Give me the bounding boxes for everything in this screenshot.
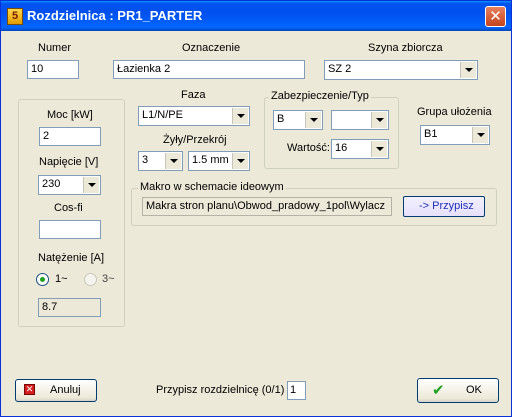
- window-title: Rozdzielnica : PR1_PARTER: [27, 8, 203, 23]
- wartosc-value: 16: [335, 142, 348, 154]
- przekroj-select[interactable]: 1.5 mm: [188, 151, 250, 171]
- grupa-select[interactable]: B1: [420, 125, 490, 145]
- zabezpieczenie-second-select[interactable]: [331, 110, 389, 130]
- chevron-down-icon[interactable]: [232, 108, 248, 124]
- przypisz-field[interactable]: 1: [287, 381, 306, 400]
- close-button[interactable]: ✕: [485, 6, 506, 27]
- grupa-label: Grupa ułożenia: [417, 106, 492, 118]
- grupa-value: B1: [424, 128, 438, 140]
- chevron-down-icon[interactable]: [460, 62, 476, 78]
- natezenie-label: Natężenie [A]: [38, 252, 105, 264]
- oznaczenie-field[interactable]: Łazienka 2: [113, 60, 305, 79]
- numer-field[interactable]: 10: [27, 60, 79, 79]
- szyna-label: Szyna zbiorcza: [368, 42, 443, 54]
- dialog-window: 5 Rozdzielnica : PR1_PARTER ✕ Numer 10 O…: [0, 0, 512, 417]
- napiecie-value: 230: [42, 178, 61, 190]
- faza-select[interactable]: L1/N/PE: [138, 106, 250, 126]
- chevron-down-icon[interactable]: [371, 141, 387, 157]
- zyly-label: Żyły/Przekrój: [163, 134, 227, 146]
- ok-button[interactable]: ✔ OK: [417, 378, 499, 403]
- zabezpieczenie-title: Zabezpieczenie/Typ: [269, 90, 371, 102]
- faza-label: Faza: [181, 89, 206, 101]
- zyly-count-value: 3: [142, 154, 149, 166]
- title-bar[interactable]: 5 Rozdzielnica : PR1_PARTER ✕: [1, 1, 511, 31]
- makro-title: Makro w schemacie ideowym: [138, 181, 286, 193]
- chevron-down-icon[interactable]: [472, 127, 488, 143]
- szyna-value: SZ 2: [328, 63, 352, 75]
- moc-field[interactable]: 2: [39, 127, 101, 146]
- phase-3-radio[interactable]: [84, 273, 97, 286]
- natezenie-field: 8.7: [38, 298, 101, 317]
- cancel-icon: ✕: [24, 384, 35, 395]
- zyly-count-select[interactable]: 3: [138, 151, 183, 171]
- ok-button-label: OK: [466, 384, 482, 396]
- chevron-down-icon[interactable]: [83, 177, 99, 193]
- phase-1-label: 1~: [55, 273, 68, 285]
- moc-label: Moc [kW]: [47, 109, 93, 121]
- chevron-down-icon[interactable]: [305, 112, 321, 128]
- wartosc-select[interactable]: 16: [331, 139, 389, 159]
- phase-3-label: 3~: [102, 273, 115, 285]
- przypisz-label: Przypisz rozdzielnicę (0/1) :: [156, 384, 291, 396]
- cancel-button[interactable]: ✕ Anuluj: [15, 379, 97, 402]
- przekroj-value: 1.5 mm: [192, 154, 229, 166]
- cancel-button-label: Anuluj: [50, 384, 81, 396]
- numer-label: Numer: [38, 42, 72, 54]
- faza-value: L1/N/PE: [142, 109, 183, 121]
- assign-button-label: -> Przypisz: [419, 200, 474, 212]
- zabezpieczenie-type-value: B: [277, 113, 285, 125]
- chevron-down-icon[interactable]: [165, 153, 181, 169]
- makro-path-field: Makra stron planu\Obwod_pradowy_1pol\Wyl…: [142, 197, 392, 216]
- phase-1-radio[interactable]: [36, 273, 49, 286]
- wartosc-label: Wartość:: [287, 142, 330, 154]
- zabezpieczenie-type-select[interactable]: B: [273, 110, 323, 130]
- oznaczenie-label: Oznaczenie: [182, 42, 241, 54]
- assign-button[interactable]: -> Przypisz: [403, 196, 485, 217]
- cosfi-field[interactable]: [39, 220, 101, 239]
- napiecie-select[interactable]: 230: [38, 175, 101, 195]
- app-icon: 5: [7, 8, 23, 25]
- napiecie-label: Napięcie [V]: [39, 156, 99, 168]
- chevron-down-icon[interactable]: [232, 153, 248, 169]
- szyna-select[interactable]: SZ 2: [324, 60, 478, 80]
- cosfi-label: Cos-fi: [54, 202, 83, 214]
- close-icon: ✕: [489, 8, 502, 25]
- checkmark-icon: ✔: [432, 382, 445, 399]
- chevron-down-icon[interactable]: [371, 112, 387, 128]
